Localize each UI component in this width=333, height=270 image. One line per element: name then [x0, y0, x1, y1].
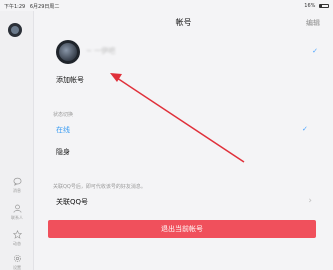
annotation-arrow	[110, 73, 245, 163]
